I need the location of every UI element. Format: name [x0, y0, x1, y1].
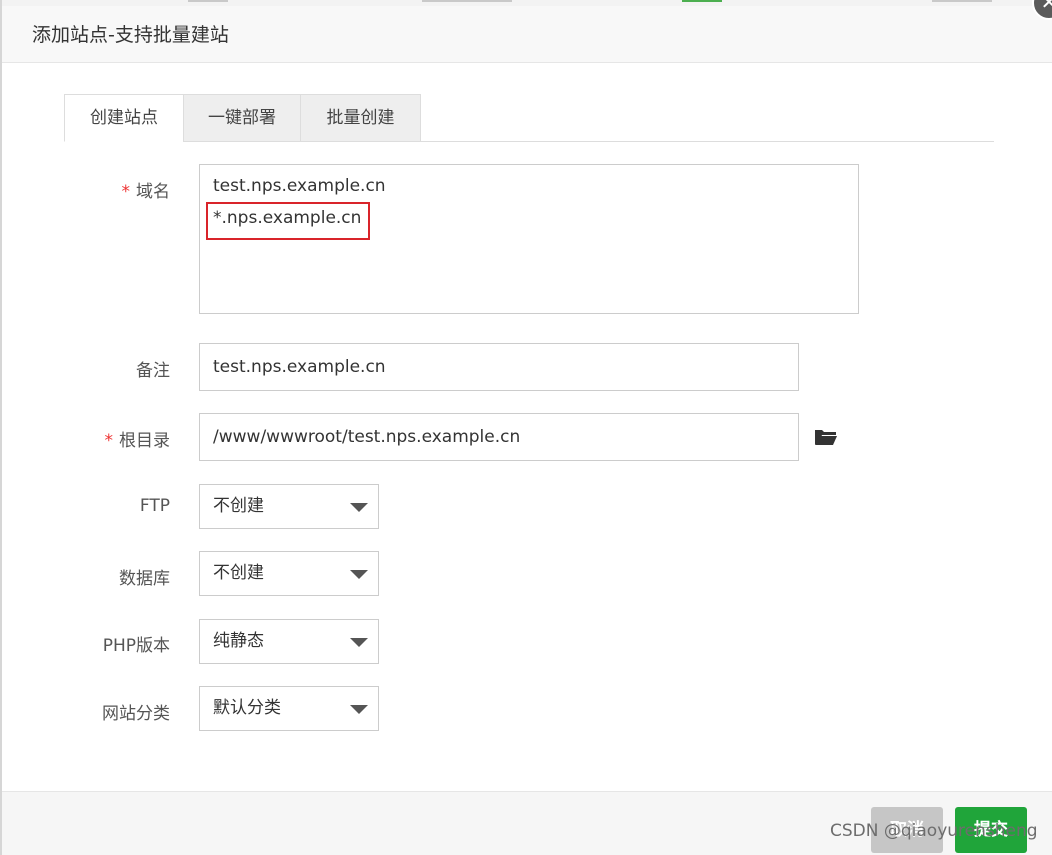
php-version-select-value: 纯静态 — [213, 631, 264, 651]
dialog-header: 添加站点-支持批量建站 — [2, 6, 1052, 63]
dialog-title: 添加站点-支持批量建站 — [32, 24, 229, 46]
database-label: 数据库 — [119, 569, 170, 589]
root-label: * 根目录 — [2, 426, 171, 451]
domain-label-text: 域名 — [136, 182, 170, 202]
php-version-label: PHP版本 — [102, 636, 170, 656]
database-select[interactable]: 不创建 — [199, 551, 379, 596]
tab-one-click-deploy[interactable]: 一键部署 — [183, 94, 301, 142]
caret-down-icon — [350, 570, 368, 579]
domain-label: * 域名 — [2, 177, 171, 202]
ftp-label: FTP — [139, 496, 170, 516]
root-label-text: 根目录 — [119, 431, 170, 451]
remark-label: 备注 — [136, 361, 170, 381]
ftp-select-value: 不创建 — [213, 496, 264, 516]
ftp-select[interactable]: 不创建 — [199, 484, 379, 529]
php-version-select[interactable]: 纯静态 — [199, 619, 379, 664]
highlight-box — [206, 202, 370, 240]
caret-down-icon — [350, 638, 368, 647]
tab-bar: 创建站点 一键部署 批量创建 — [64, 94, 994, 142]
root-directory-input[interactable]: /www/wwwroot/test.nps.example.cn — [199, 413, 799, 461]
required-mark: * — [104, 431, 114, 451]
remark-input[interactable]: test.nps.example.cn — [199, 343, 799, 391]
caret-down-icon — [350, 503, 368, 512]
site-category-select-value: 默认分类 — [213, 698, 281, 718]
required-mark: * — [121, 182, 131, 202]
database-select-value: 不创建 — [213, 563, 264, 583]
tab-create-site[interactable]: 创建站点 — [64, 94, 184, 142]
site-category-select[interactable]: 默认分类 — [199, 686, 379, 731]
folder-open-icon[interactable] — [814, 427, 838, 447]
add-site-dialog: 添加站点-支持批量建站 ✕ 创建站点 一键部署 批量创建 * 域名 test.np… — [0, 0, 1052, 855]
caret-down-icon — [350, 705, 368, 714]
watermark: CSDN @qiaoyurensheng — [830, 821, 1038, 841]
tab-batch-create[interactable]: 批量创建 — [300, 94, 421, 142]
site-category-label: 网站分类 — [102, 704, 170, 724]
